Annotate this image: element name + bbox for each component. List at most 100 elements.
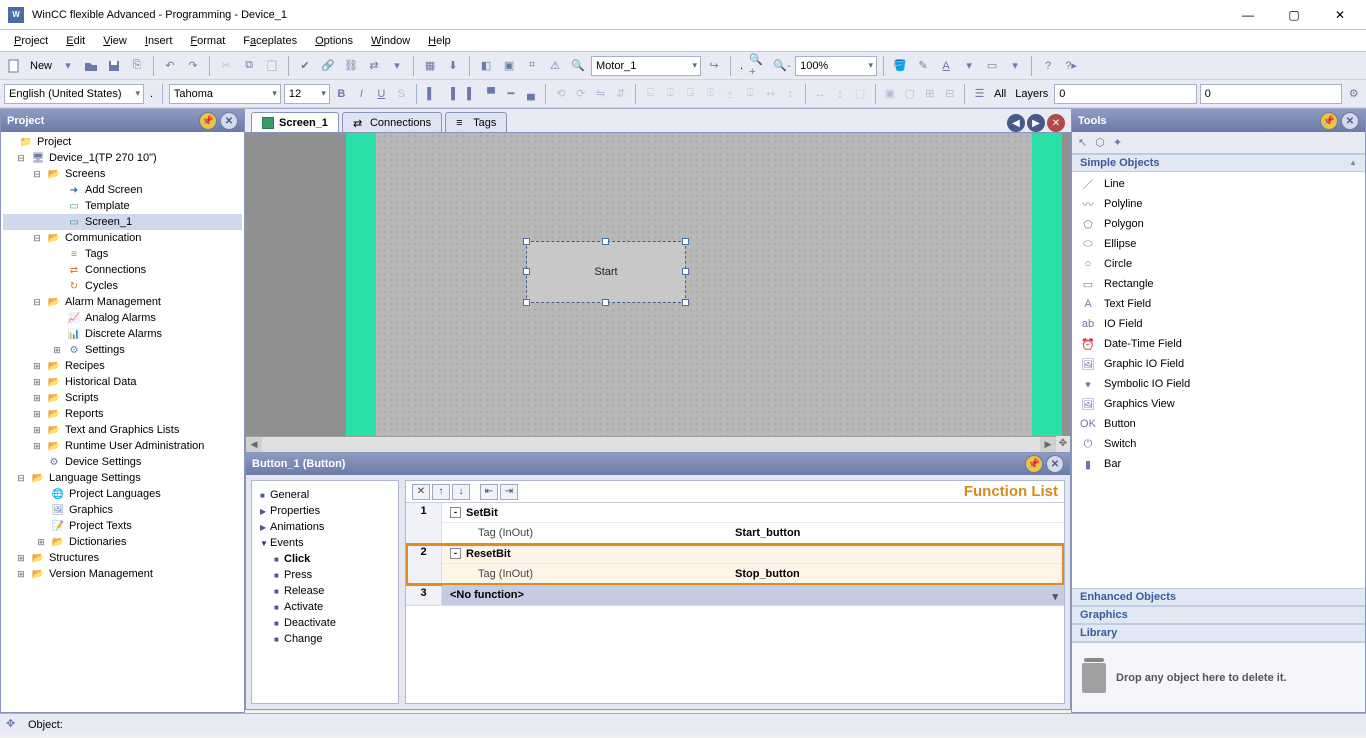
language-combo[interactable]: English (United States) bbox=[4, 84, 144, 104]
propnav-general[interactable]: ■General bbox=[256, 487, 394, 503]
fill-color-icon[interactable]: 🪣 bbox=[890, 56, 910, 76]
canvas-resize-corner[interactable]: ✥ bbox=[1056, 436, 1070, 452]
tool-item-ellipse[interactable]: ⬭Ellipse bbox=[1072, 234, 1365, 254]
goto-icon[interactable]: ↪ bbox=[704, 56, 724, 76]
tree-structures[interactable]: Structures bbox=[49, 552, 99, 564]
flip-v-icon[interactable]: ⇵ bbox=[612, 84, 629, 104]
funclist-indent-icon[interactable]: ⇤ bbox=[480, 484, 498, 500]
close-button[interactable]: ✕ bbox=[1322, 3, 1358, 27]
propnav-deactivate[interactable]: ■Deactivate bbox=[256, 615, 394, 631]
tool-item-button[interactable]: OKButton bbox=[1072, 414, 1365, 434]
close-panel-icon[interactable]: ✕ bbox=[220, 112, 238, 130]
funclist-param-value[interactable]: Start_button bbox=[735, 527, 800, 539]
tree-discrete-alarms[interactable]: Discrete Alarms bbox=[85, 328, 162, 340]
al-left-icon[interactable]: ⍇ bbox=[642, 84, 659, 104]
tool-item-symbolic-io-field[interactable]: ▾Symbolic IO Field bbox=[1072, 374, 1365, 394]
link-icon[interactable]: 🔗 bbox=[318, 56, 338, 76]
open-icon[interactable] bbox=[81, 56, 101, 76]
canvas-button-start[interactable]: Start bbox=[526, 241, 686, 303]
pin-icon[interactable]: 📌 bbox=[199, 112, 217, 130]
propnav-properties[interactable]: ▶Properties bbox=[256, 503, 394, 519]
tree-tags[interactable]: Tags bbox=[85, 248, 108, 260]
menu-edit[interactable]: Edit bbox=[58, 33, 93, 49]
tree-device-settings[interactable]: Device Settings bbox=[65, 456, 141, 468]
tree-device[interactable]: Device_1(TP 270 10") bbox=[49, 152, 157, 164]
menu-project[interactable]: Project bbox=[6, 33, 56, 49]
nav-next-icon[interactable]: ▶ bbox=[1027, 114, 1045, 132]
tree-scripts[interactable]: Scripts bbox=[65, 392, 99, 404]
tool-item-polygon[interactable]: ⬠Polygon bbox=[1072, 214, 1365, 234]
tool-item-line[interactable]: ／Line bbox=[1072, 174, 1365, 194]
layer-num1-input[interactable] bbox=[1054, 84, 1196, 104]
undo-icon[interactable]: ↶ bbox=[160, 56, 180, 76]
funclist-delete-icon[interactable]: ✕ bbox=[412, 484, 430, 500]
find-icon[interactable]: 🔍 bbox=[568, 56, 588, 76]
tree-version-mgmt[interactable]: Version Management bbox=[49, 568, 153, 580]
strike-icon[interactable]: S bbox=[393, 84, 410, 104]
db-icon[interactable]: ⌗ bbox=[522, 56, 542, 76]
context-help-icon[interactable]: ?▸ bbox=[1061, 56, 1081, 76]
ungroup-icon[interactable]: ⊟ bbox=[941, 84, 958, 104]
screen-icon[interactable]: ▣ bbox=[499, 56, 519, 76]
tree-communication[interactable]: Communication bbox=[65, 232, 141, 244]
close-panel-icon[interactable]: ✕ bbox=[1341, 112, 1359, 130]
tool-item-io-field[interactable]: abIO Field bbox=[1072, 314, 1365, 334]
align-center-icon[interactable]: ▐ bbox=[443, 84, 460, 104]
resize-handle-nw[interactable] bbox=[523, 238, 530, 245]
tree-connections[interactable]: Connections bbox=[85, 264, 146, 276]
funclist-up-icon[interactable]: ↑ bbox=[432, 484, 450, 500]
font-combo[interactable]: Tahoma bbox=[169, 84, 281, 104]
transfer-icon[interactable]: ⇄ bbox=[364, 56, 384, 76]
propnav-click[interactable]: ■Click bbox=[256, 551, 394, 567]
resize-handle-w[interactable] bbox=[523, 268, 530, 275]
tools-section-simple[interactable]: Simple Objects▲ bbox=[1072, 154, 1365, 172]
pin-icon[interactable]: 📌 bbox=[1320, 112, 1338, 130]
propnav-events[interactable]: ▼Events bbox=[256, 535, 394, 551]
propnav-activate[interactable]: ■Activate bbox=[256, 599, 394, 615]
transfer-drop-icon[interactable]: ▾ bbox=[387, 56, 407, 76]
align-mid-icon[interactable]: ━ bbox=[503, 84, 520, 104]
resize-handle-s[interactable] bbox=[602, 299, 609, 306]
bold-icon[interactable]: B bbox=[333, 84, 350, 104]
resize-handle-sw[interactable] bbox=[523, 299, 530, 306]
tree-screens[interactable]: Screens bbox=[65, 168, 105, 180]
zoom-in-icon[interactable]: 🔍+ bbox=[749, 56, 769, 76]
same-h-icon[interactable]: ↕ bbox=[832, 84, 849, 104]
collapse-icon[interactable]: - bbox=[450, 548, 461, 559]
menu-format[interactable]: Format bbox=[182, 33, 233, 49]
tool-item-circle[interactable]: ○Circle bbox=[1072, 254, 1365, 274]
maximize-button[interactable]: ▢ bbox=[1276, 3, 1312, 27]
paste-icon[interactable]: 📋 bbox=[262, 56, 282, 76]
same-w-icon[interactable]: ↔ bbox=[812, 84, 829, 104]
tool-item-switch[interactable]: ⏻Switch bbox=[1072, 434, 1365, 454]
tag-icon[interactable]: ◧ bbox=[476, 56, 496, 76]
tree-lang-settings[interactable]: Language Settings bbox=[49, 472, 141, 484]
cut-icon[interactable]: ✂ bbox=[216, 56, 236, 76]
tree-reports[interactable]: Reports bbox=[65, 408, 104, 420]
menu-window[interactable]: Window bbox=[363, 33, 418, 49]
tree-runtime-ua[interactable]: Runtime User Administration bbox=[65, 440, 204, 452]
tree-proj-langs[interactable]: Project Languages bbox=[69, 488, 161, 500]
funclist-row-selected[interactable]: 2 -ResetBit Tag (InOut)Stop_button bbox=[406, 544, 1064, 585]
tree-screen1[interactable]: Screen_1 bbox=[85, 216, 132, 228]
resize-handle-se[interactable] bbox=[682, 299, 689, 306]
propnav-release[interactable]: ■Release bbox=[256, 583, 394, 599]
group-icon[interactable]: ⊞ bbox=[921, 84, 938, 104]
alarm-icon[interactable]: ⚠ bbox=[545, 56, 565, 76]
align-right-icon[interactable]: ▌ bbox=[463, 84, 480, 104]
menu-view[interactable]: View bbox=[95, 33, 135, 49]
funclist-down-icon[interactable]: ↓ bbox=[452, 484, 470, 500]
tool-item-text-field[interactable]: AText Field bbox=[1072, 294, 1365, 314]
flip-h-icon[interactable]: ⇋ bbox=[592, 84, 609, 104]
funclist-param-value[interactable]: Stop_button bbox=[735, 568, 800, 580]
tool-item-bar[interactable]: ▮Bar bbox=[1072, 454, 1365, 474]
tool-item-rectangle[interactable]: ▭Rectangle bbox=[1072, 274, 1365, 294]
dist-v-icon[interactable]: ↕ bbox=[782, 84, 799, 104]
layer-num2-input[interactable] bbox=[1200, 84, 1342, 104]
help-icon[interactable]: ? bbox=[1038, 56, 1058, 76]
tree-cycles[interactable]: Cycles bbox=[85, 280, 118, 292]
zoom-combo[interactable]: 100% bbox=[795, 56, 877, 76]
pointer-icon[interactable]: ↖ bbox=[1078, 136, 1087, 149]
tab-connections[interactable]: ⇄ Connections bbox=[342, 112, 442, 132]
tool-item-graphics-view[interactable]: 🖼Graphics View bbox=[1072, 394, 1365, 414]
